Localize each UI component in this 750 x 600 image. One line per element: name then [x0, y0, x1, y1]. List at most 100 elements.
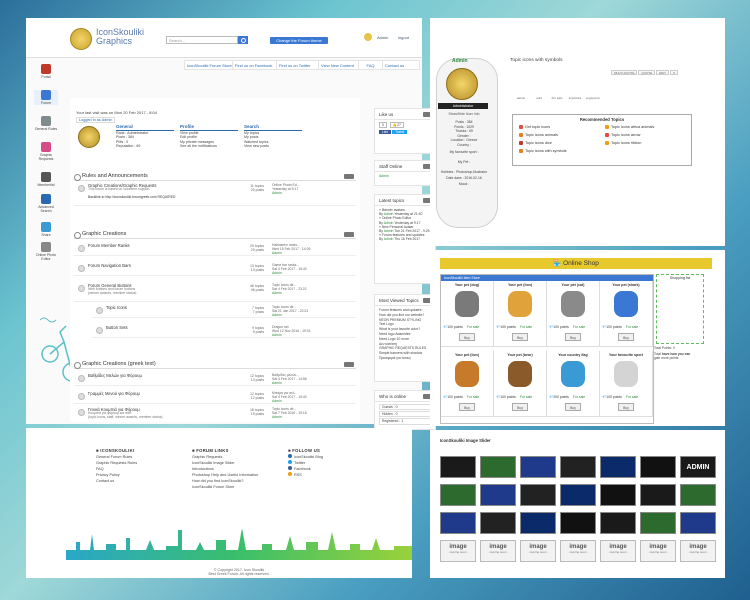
- recommended-topic-link[interactable]: Topic icons africa animals: [605, 125, 654, 129]
- staff-member-link[interactable]: Admin: [379, 174, 389, 178]
- nav-forum[interactable]: Forum: [34, 90, 58, 105]
- poster-name[interactable]: Admin: [452, 58, 468, 64]
- no-image-thumbnail[interactable]: image coming soon: [440, 540, 476, 562]
- no-image-thumbnail[interactable]: image coming soon: [680, 540, 716, 562]
- most-viewed-item[interactable]: Προσφορά για όσους: [379, 356, 431, 361]
- logo-icon[interactable]: [70, 28, 92, 50]
- nav-portal[interactable]: Portal: [34, 64, 58, 79]
- change-theme-button[interactable]: Change the Forum theme: [270, 37, 328, 44]
- section-header[interactable]: Graphic Creations: [74, 230, 356, 239]
- slider-thumbnail[interactable]: [680, 512, 716, 534]
- slider-thumbnail[interactable]: [520, 456, 556, 478]
- forum-row[interactable]: Γενικά Κουμπιά για Φόρουμ Κουμπιά για φόρ…: [74, 406, 356, 422]
- guests-count[interactable]: Guests : 0: [379, 404, 431, 411]
- slider-thumbnail[interactable]: [440, 456, 476, 478]
- toolbar-facebook[interactable]: Find us on Facebook: [233, 61, 277, 70]
- no-image-thumbnail[interactable]: image coming soon: [520, 540, 556, 562]
- subforum-row[interactable]: Button Sets 9 topics 9 posts Dragon set Wed …: [92, 324, 356, 338]
- new-posts-link[interactable]: View new posts: [244, 144, 302, 148]
- section-header[interactable]: Rules and Announcements: [74, 172, 356, 181]
- edit-button[interactable]: EDIT: [656, 70, 669, 75]
- slider-thumbnail[interactable]: [560, 456, 596, 478]
- recommended-topic-link[interactable]: Get topic icons: [519, 125, 550, 129]
- toolbar-twitter[interactable]: Find us on Twitter: [277, 61, 319, 70]
- most-viewed-item[interactable]: How did you find our website?: [379, 313, 431, 318]
- toolbar-contact[interactable]: Contact us: [383, 61, 420, 70]
- slider-thumbnail[interactable]: [640, 456, 676, 478]
- forum-row[interactable]: Βαθμίδες Μελών για Φόρουμ 12 topics 13 pos…: [74, 372, 356, 386]
- slider-thumbnail[interactable]: [480, 484, 516, 506]
- slider-thumbnail[interactable]: [480, 456, 516, 478]
- search-input[interactable]: Search...: [166, 36, 238, 44]
- logout-link[interactable]: logout: [398, 35, 409, 40]
- toolbar-faq[interactable]: FAQ: [359, 61, 383, 70]
- no-image-thumbnail[interactable]: image coming soon: [560, 540, 596, 562]
- slider-thumbnail[interactable]: [520, 512, 556, 534]
- footer-link[interactable]: Contact us: [96, 478, 137, 484]
- recommended-topic-link[interactable]: Topic icons dice: [519, 141, 552, 145]
- admin-banner-thumbnail[interactable]: ADMIN: [680, 456, 716, 478]
- buy-button[interactable]: Buy: [565, 333, 581, 341]
- recommended-topic-link[interactable]: Topic icons arrow: [605, 133, 640, 137]
- recommended-topic-link[interactable]: Topic icons with symbols: [519, 149, 567, 153]
- notifications-link[interactable]: See all the notifications: [180, 144, 238, 148]
- no-image-thumbnail[interactable]: image coming soon: [480, 540, 516, 562]
- user-avatar-large[interactable]: [78, 126, 100, 148]
- no-image-thumbnail[interactable]: image coming soon: [640, 540, 676, 562]
- forum-row[interactable]: Graphic Creations/Graphic Requests This …: [74, 182, 356, 206]
- slider-thumbnail[interactable]: [640, 512, 676, 534]
- slider-thumbnail[interactable]: [600, 484, 636, 506]
- nav-general-rules[interactable]: General Rules: [34, 116, 58, 131]
- toolbar-forum-store[interactable]: IconSkouliki Forum Store: [185, 61, 233, 70]
- latest-topic-item[interactable]: » Forum features and updates By Admin Thu…: [379, 233, 431, 241]
- buy-button[interactable]: Buy: [618, 403, 634, 411]
- multi-quote-button[interactable]: MULTI-QUOTE: [611, 70, 638, 75]
- slider-thumbnail[interactable]: [440, 512, 476, 534]
- show-hide-user-info[interactable]: Show/Hide User Info: [436, 112, 492, 117]
- hidden-count[interactable]: Hidden : 0: [379, 411, 431, 418]
- latest-topic-item[interactable]: » Banner avatars By Admin Yesterday at 21…: [379, 208, 431, 216]
- logo-text[interactable]: IconSkouliki Graphics: [96, 28, 144, 46]
- search-button[interactable]: [238, 36, 248, 44]
- slider-thumbnail[interactable]: [560, 512, 596, 534]
- plus-one-button[interactable]: 0: [379, 122, 387, 129]
- footer-link[interactable]: IconSkouliki Forum Store: [192, 484, 258, 490]
- buy-button[interactable]: Buy: [512, 333, 528, 341]
- buy-button[interactable]: Buy: [512, 403, 528, 411]
- buy-button[interactable]: Buy: [459, 403, 475, 411]
- subforum-row[interactable]: Topic Icons 7 topics 7 posts Topic icons di…: [92, 304, 356, 318]
- nav-advanced-search[interactable]: Advanced Search: [34, 194, 58, 213]
- recommended-topic-link[interactable]: Topic icons animals: [519, 133, 558, 137]
- poster-avatar[interactable]: [446, 68, 478, 100]
- nav-photo-editor[interactable]: Online Photo Editor: [34, 242, 58, 261]
- forum-row[interactable]: Forum Member Ranks 29 topics 29 posts Hallo…: [74, 242, 356, 256]
- slider-thumbnail[interactable]: [480, 512, 516, 534]
- buy-button[interactable]: Buy: [618, 333, 634, 341]
- registered-count[interactable]: Registered : 1: [379, 418, 431, 425]
- user-avatar[interactable]: [364, 33, 372, 41]
- buy-button[interactable]: Buy: [459, 333, 475, 341]
- slider-thumbnail[interactable]: [640, 484, 676, 506]
- latest-topic-item[interactable]: » New Personal Avatar By Admin Tue 21 Feb…: [379, 225, 431, 233]
- footer-rss-link[interactable]: RSS: [288, 472, 323, 478]
- user-link[interactable]: Admin: [377, 35, 388, 40]
- no-image-thumbnail[interactable]: image coming soon: [600, 540, 636, 562]
- shopping-list[interactable]: Shopping list: [656, 274, 704, 344]
- slider-thumbnail[interactable]: [680, 484, 716, 506]
- slider-thumbnail[interactable]: [600, 456, 636, 478]
- quote-button[interactable]: QUOTE: [638, 70, 656, 75]
- slider-thumbnail[interactable]: [560, 484, 596, 506]
- forum-row[interactable]: Γραμμές Μενού για Φόρουμ 12 topics 12 post…: [74, 390, 356, 404]
- toolbar-new-content[interactable]: View New Content: [319, 61, 359, 70]
- nav-share[interactable]: Share: [34, 222, 58, 237]
- section-header[interactable]: Graphic Creations (greek text): [74, 360, 356, 369]
- facebook-like-button[interactable]: Like: [379, 130, 392, 135]
- nav-memberlist[interactable]: Memberlist: [34, 172, 58, 187]
- forum-row[interactable]: Forum Navigation Bars 13 topics 13 posts Ga…: [74, 262, 356, 276]
- slider-thumbnail[interactable]: [520, 484, 556, 506]
- buy-button[interactable]: Buy: [565, 403, 581, 411]
- tweet-button[interactable]: Tweet: [392, 130, 408, 135]
- slider-thumbnail[interactable]: [440, 484, 476, 506]
- delete-button[interactable]: X: [669, 70, 678, 75]
- nav-graphic-requests[interactable]: Graphic Requests: [34, 142, 58, 161]
